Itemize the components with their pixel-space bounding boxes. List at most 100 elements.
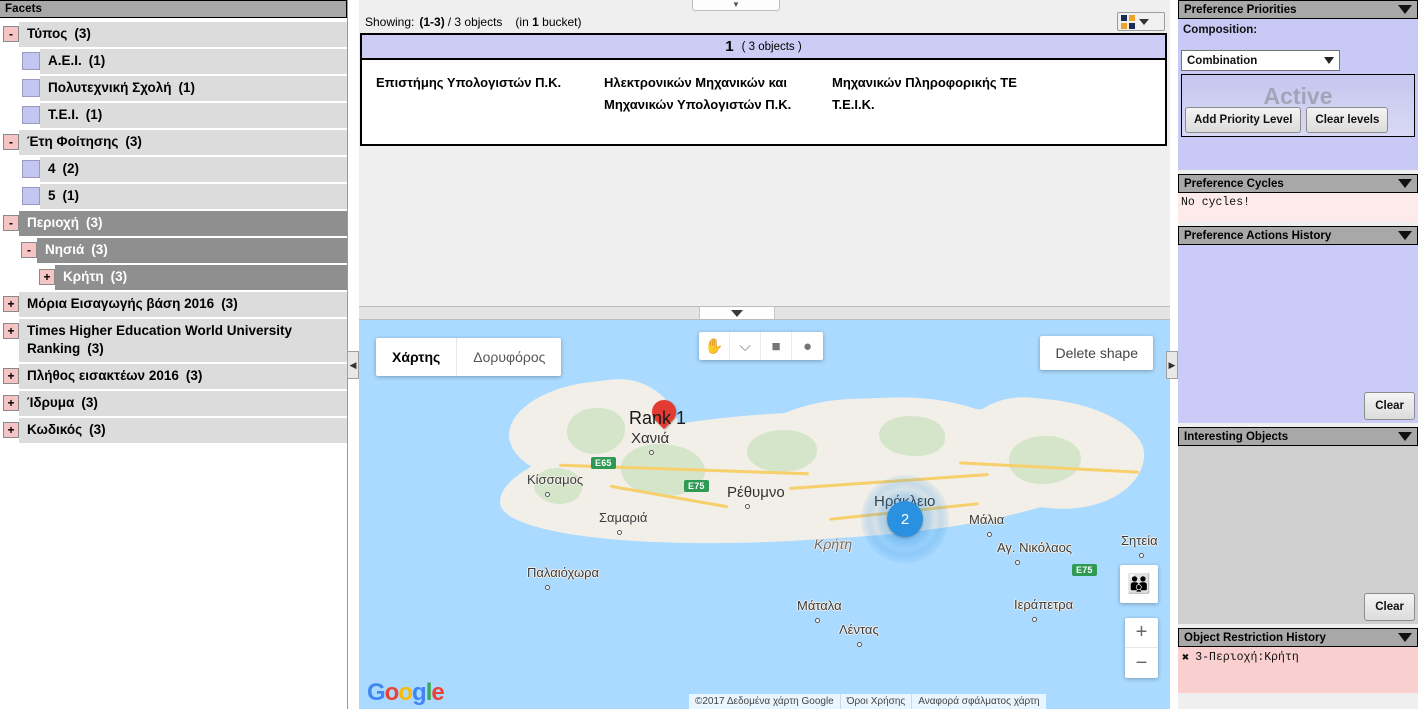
map-type-roadmap-button[interactable]: Χάρτης: [376, 338, 458, 376]
composition-select[interactable]: Combination: [1181, 50, 1340, 71]
facet-row[interactable]: + Πλήθος εισακτέων 2016 (3): [0, 364, 347, 389]
map-place-label: Κρήτη: [814, 536, 853, 552]
map-place-dot: [1032, 617, 1037, 622]
facet-row[interactable]: + Times Higher Education World University…: [0, 319, 347, 362]
facet-color-swatch[interactable]: [22, 106, 40, 124]
facet-label[interactable]: Τ.Ε.Ι. (1): [40, 103, 347, 128]
facet-color-swatch[interactable]: [22, 52, 40, 70]
facet-row[interactable]: + Κρήτη (3): [0, 265, 347, 290]
facet-row[interactable]: 4 (2): [0, 157, 347, 182]
collapse-top-handle[interactable]: ▼: [692, 0, 780, 11]
facet-collapse-toggle[interactable]: -: [3, 215, 19, 231]
preference-priorities-header[interactable]: Preference Priorities: [1178, 0, 1418, 19]
facet-label[interactable]: Μόρια Εισαγωγής βάση 2016 (3): [19, 292, 347, 317]
facet-row[interactable]: + Μόρια Εισαγωγής βάση 2016 (3): [0, 292, 347, 317]
circle-icon[interactable]: ●: [792, 332, 823, 360]
facet-expand-toggle[interactable]: +: [3, 323, 19, 339]
facet-expand-toggle[interactable]: +: [39, 269, 55, 285]
facet-collapse-toggle[interactable]: -: [3, 134, 19, 150]
facet-label[interactable]: Νησιά (3): [37, 238, 347, 263]
facet-count: (3): [221, 296, 238, 311]
facet-name: Κωδικός: [27, 422, 83, 437]
street-view-pegman-icon[interactable]: 👪: [1120, 565, 1158, 603]
priority-levels-dropzone[interactable]: Active Add Priority Level Clear levels: [1181, 74, 1415, 137]
preference-actions-history-header[interactable]: Preference Actions History: [1178, 226, 1418, 245]
facet-label[interactable]: Πολυτεχνική Σχολή (1): [40, 76, 347, 101]
collapse-left-panel-button[interactable]: ◀: [347, 351, 359, 379]
facet-collapse-toggle[interactable]: -: [21, 242, 37, 258]
rectangle-icon[interactable]: ■: [761, 332, 792, 360]
facet-label[interactable]: Α.Ε.Ι. (1): [40, 49, 347, 74]
bucket-header[interactable]: 1 ( 3 objects ): [362, 35, 1165, 60]
facet-row[interactable]: + Ίδρυμα (3): [0, 391, 347, 416]
clear-actions-history-button[interactable]: Clear: [1364, 392, 1415, 420]
facet-expand-toggle[interactable]: +: [3, 368, 19, 384]
facet-label[interactable]: Times Higher Education World University …: [19, 319, 347, 362]
facet-label[interactable]: Τύπος (3): [19, 22, 347, 47]
zoom-out-button[interactable]: −: [1125, 648, 1158, 678]
facet-row[interactable]: Πολυτεχνική Σχολή (1): [0, 76, 347, 101]
attribution-item[interactable]: Όροι Χρήσης: [839, 694, 912, 709]
add-priority-level-button[interactable]: Add Priority Level: [1185, 107, 1302, 133]
object-item[interactable]: Μηχανικών Πληροφορικής ΤΕ Τ.Ε.Ι.Κ.: [832, 72, 1060, 116]
facet-label[interactable]: Κρήτη (3): [55, 265, 347, 290]
facet-row[interactable]: Α.Ε.Ι. (1): [0, 49, 347, 74]
object-item[interactable]: Επιστήμης Υπολογιστών Π.Κ.: [376, 72, 604, 116]
cluster-marker[interactable]: 2: [861, 475, 949, 563]
facet-expand-toggle[interactable]: +: [3, 296, 19, 312]
chevron-down-icon: [1324, 57, 1334, 64]
preference-cycles-header[interactable]: Preference Cycles: [1178, 174, 1418, 193]
map-zoom-control[interactable]: + −: [1125, 618, 1158, 678]
facet-name: Νησιά: [45, 242, 85, 257]
facet-count: (1): [62, 188, 80, 203]
no-cycles-message: No cycles!: [1181, 196, 1251, 209]
facet-label[interactable]: Κωδικός (3): [19, 418, 347, 443]
restriction-history-row[interactable]: ✖ 3-Περιοχή:Κρήτη: [1178, 647, 1418, 668]
facet-row[interactable]: + Κωδικός (3): [0, 418, 347, 443]
facet-row[interactable]: 5 (1): [0, 184, 347, 209]
object-restriction-history-section: Object Restriction History ✖ 3-Περιοχή:Κρ…: [1178, 628, 1418, 693]
zoom-in-button[interactable]: +: [1125, 618, 1158, 648]
map-place-dot: [649, 450, 654, 455]
drawing-tools-control[interactable]: ✋ ⌵ ■ ●: [699, 332, 823, 360]
facet-row[interactable]: - Περιοχή (3): [0, 211, 347, 236]
map-view[interactable]: ΧανιάΚίσσαμοςΠαλαιόχωραΣαμαριάΡέθυμνοΗρά…: [359, 320, 1170, 709]
facet-label[interactable]: 5 (1): [40, 184, 347, 209]
facet-row[interactable]: - Τύπος (3): [0, 22, 347, 47]
facet-collapse-toggle[interactable]: -: [3, 26, 19, 42]
object-item[interactable]: Ηλεκτρονικών Μηχανικών και Μηχανικών Υπο…: [604, 72, 832, 116]
facet-name: Έτη Φοίτησης: [27, 134, 119, 149]
composition-value: Combination: [1187, 54, 1258, 67]
map-place-dot: [1015, 560, 1020, 565]
facet-row[interactable]: - Νησιά (3): [0, 238, 347, 263]
facet-label[interactable]: 4 (2): [40, 157, 347, 182]
panel-divider[interactable]: [359, 306, 1170, 320]
facet-label[interactable]: Ίδρυμα (3): [19, 391, 347, 416]
remove-restriction-icon[interactable]: ✖: [1182, 650, 1189, 665]
facet-color-swatch[interactable]: [22, 79, 40, 97]
collapse-right-panel-button[interactable]: ▶: [1166, 351, 1178, 379]
facet-row[interactable]: - Έτη Φοίτησης (3): [0, 130, 347, 155]
highway-shield-icon: E65: [591, 457, 616, 469]
facet-label[interactable]: Περιοχή (3): [19, 211, 347, 236]
polygon-icon[interactable]: ⌵: [730, 332, 761, 360]
facet-color-swatch[interactable]: [22, 160, 40, 178]
clear-levels-button[interactable]: Clear levels: [1306, 107, 1389, 133]
attribution-item[interactable]: Αναφορά σφάλματος χάρτη: [911, 694, 1046, 709]
bucket-container: 1 ( 3 objects ) Επιστήμης Υπολογιστών Π.…: [360, 33, 1167, 146]
facet-row[interactable]: Τ.Ε.Ι. (1): [0, 103, 347, 128]
facet-color-swatch[interactable]: [22, 187, 40, 205]
map-type-control[interactable]: Χάρτης Δορυφόρος: [376, 338, 562, 376]
view-mode-switch[interactable]: [1117, 12, 1165, 31]
facet-expand-toggle[interactable]: +: [3, 395, 19, 411]
map-type-satellite-button[interactable]: Δορυφόρος: [457, 338, 561, 376]
object-restriction-history-header[interactable]: Object Restriction History: [1178, 628, 1418, 647]
clear-interesting-objects-button[interactable]: Clear: [1364, 593, 1415, 621]
divider-handle[interactable]: [699, 307, 775, 319]
interesting-objects-header[interactable]: Interesting Objects: [1178, 427, 1418, 446]
facet-label[interactable]: Πλήθος εισακτέων 2016 (3): [19, 364, 347, 389]
facet-expand-toggle[interactable]: +: [3, 422, 19, 438]
delete-shape-button[interactable]: Delete shape: [1040, 336, 1153, 370]
pan-hand-icon[interactable]: ✋: [699, 332, 730, 360]
facet-label[interactable]: Έτη Φοίτησης (3): [19, 130, 347, 155]
